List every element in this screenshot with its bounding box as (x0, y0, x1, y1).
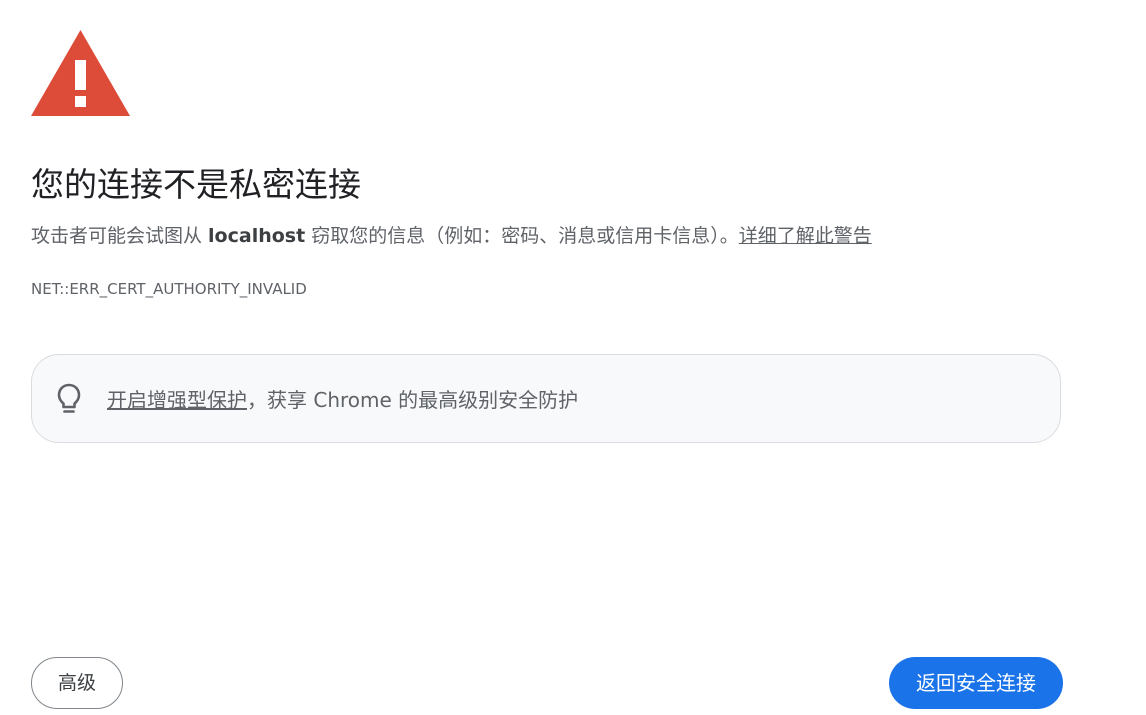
explanation-text-after: 窃取您的信息（例如：密码、消息或信用卡信息）。 (305, 225, 739, 247)
host-name: localhost (208, 225, 306, 247)
warning-explanation: 攻击者可能会试图从 localhost 窃取您的信息（例如：密码、消息或信用卡信… (31, 222, 872, 250)
advanced-button[interactable]: 高级 (31, 657, 123, 709)
security-interstitial-page: 您的连接不是私密连接 攻击者可能会试图从 localhost 窃取您的信息（例如… (0, 0, 1146, 715)
promo-text: 开启增强型保护，获享 Chrome 的最高级别安全防护 (107, 386, 578, 414)
back-to-safety-button[interactable]: 返回安全连接 (889, 657, 1063, 709)
enable-enhanced-protection-link[interactable]: 开启增强型保护 (107, 388, 247, 412)
learn-more-link[interactable]: 详细了解此警告 (739, 225, 872, 247)
page-title: 您的连接不是私密连接 (31, 165, 361, 204)
promo-description: ，获享 Chrome 的最高级别安全防护 (247, 388, 579, 412)
explanation-text-before: 攻击者可能会试图从 (31, 225, 209, 247)
enhanced-protection-promo: 开启增强型保护，获享 Chrome 的最高级别安全防护 (31, 354, 1061, 443)
error-code: NET::ERR_CERT_AUTHORITY_INVALID (31, 280, 307, 298)
lightbulb-icon (57, 383, 81, 413)
warning-triangle-icon (31, 30, 130, 116)
